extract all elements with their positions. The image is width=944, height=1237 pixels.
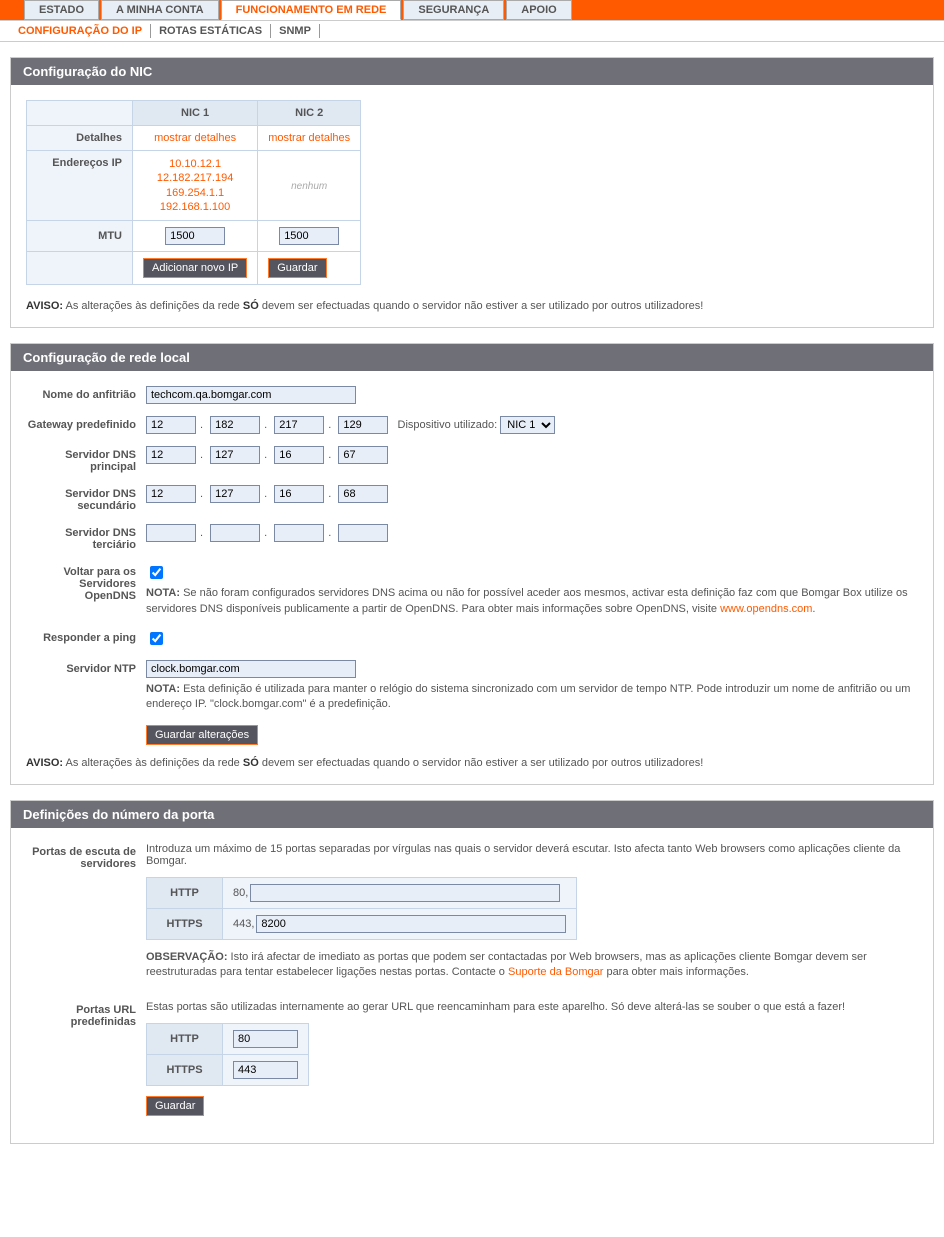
dns3-oct3[interactable]	[274, 524, 324, 542]
section-ports: Definições do número da porta Portas de …	[10, 800, 934, 1144]
dns1-oct3[interactable]	[274, 446, 324, 464]
dns3-label: Servidor DNS terciário	[26, 524, 146, 551]
bomgar-support-link[interactable]: Suporte da Bomgar	[508, 966, 603, 978]
listen-observation: OBSERVAÇÃO: Isto irá afectar de imediato…	[146, 950, 918, 981]
listen-https-input[interactable]	[256, 915, 566, 933]
listen-ports-label: Portas de escuta de servidores	[26, 843, 146, 870]
dns1-label: Servidor DNS principal	[26, 446, 146, 473]
subtab-config-ip[interactable]: CONFIGURAÇÃO DO IP	[10, 24, 151, 38]
listen-ports-desc: Introduza um máximo de 15 portas separad…	[146, 843, 918, 867]
nic2-details-link[interactable]: mostrar detalhes	[268, 132, 350, 144]
nic-row-ips-label: Endereços IP	[27, 151, 133, 221]
dns2-oct4[interactable]	[338, 485, 388, 503]
sub-tab-bar: CONFIGURAÇÃO DO IP ROTAS ESTÁTICAS SNMP	[0, 21, 944, 42]
url-http-input[interactable]	[233, 1030, 298, 1048]
tab-funcionamento-rede[interactable]: FUNCIONAMENTO EM REDE	[221, 0, 402, 20]
hostname-label: Nome do anfitrião	[26, 386, 146, 401]
main-tab-bar: ESTADO A MINHA CONTA FUNCIONAMENTO EM RE…	[0, 0, 944, 21]
ntp-input[interactable]	[146, 660, 356, 678]
dns1-oct4[interactable]	[338, 446, 388, 464]
dns2-label: Servidor DNS secundário	[26, 485, 146, 512]
url-https-label: HTTPS	[147, 1054, 223, 1085]
ntp-note: NOTA: Esta definição é utilizada para ma…	[146, 682, 918, 713]
gateway-oct3[interactable]	[274, 416, 324, 434]
nic-save-button[interactable]: Guardar	[268, 258, 326, 278]
url-http-label: HTTP	[147, 1023, 223, 1054]
opendns-label: Voltar para os Servidores OpenDNS	[26, 563, 146, 602]
listen-http-prefix: 80,	[233, 887, 248, 899]
opendns-link[interactable]: www.opendns.com	[720, 603, 812, 615]
tab-apoio[interactable]: APOIO	[506, 0, 571, 20]
listen-https-label: HTTPS	[147, 908, 223, 939]
url-ports-desc: Estas portas são utilizadas internamente…	[146, 1001, 918, 1013]
listen-port-table: HTTP 80, HTTPS 443,	[146, 877, 577, 940]
dns2-oct1[interactable]	[146, 485, 196, 503]
nic1-ip-list: 10.10.12.1 12.182.217.194 169.254.1.1 19…	[133, 151, 258, 221]
hostname-input[interactable]	[146, 386, 356, 404]
url-ports-label: Portas URL predefinidas	[26, 1001, 146, 1028]
nic2-ip-none: nenhum	[291, 181, 327, 192]
opendns-checkbox[interactable]	[150, 566, 163, 579]
section-lan: Configuração de rede local Nome do anfit…	[10, 343, 934, 785]
ports-save-button[interactable]: Guardar	[146, 1096, 204, 1116]
opendns-note: NOTA: Se não foram configurados servidor…	[146, 586, 918, 617]
dns3-oct2[interactable]	[210, 524, 260, 542]
add-ip-button[interactable]: Adicionar novo IP	[143, 258, 247, 278]
dns1-oct2[interactable]	[210, 446, 260, 464]
dns3-oct1[interactable]	[146, 524, 196, 542]
listen-https-prefix: 443,	[233, 918, 254, 930]
gateway-oct2[interactable]	[210, 416, 260, 434]
listen-http-label: HTTP	[147, 877, 223, 908]
section-nic-title: Configuração do NIC	[11, 58, 933, 85]
section-nic: Configuração do NIC NIC 1 NIC 2 Detalhes…	[10, 57, 934, 328]
section-ports-title: Definições do número da porta	[11, 801, 933, 828]
url-https-input[interactable]	[233, 1061, 298, 1079]
device-select[interactable]: NIC 1	[500, 416, 555, 434]
ntp-label: Servidor NTP	[26, 660, 146, 675]
section-lan-title: Configuração de rede local	[11, 344, 933, 371]
tab-seguranca[interactable]: SEGURANÇA	[403, 0, 504, 20]
lan-warning: AVISO: As alterações às definições da re…	[26, 757, 918, 769]
device-label: Dispositivo utilizado:	[398, 419, 498, 431]
listen-http-input[interactable]	[250, 884, 560, 902]
tab-spacer	[2, 0, 22, 20]
nic-warning: AVISO: As alterações às definições da re…	[26, 300, 918, 312]
nic-row-details-label: Detalhes	[27, 126, 133, 151]
nic-col-1: NIC 1	[133, 101, 258, 126]
subtab-snmp[interactable]: SNMP	[271, 24, 320, 38]
nic1-mtu-input[interactable]	[165, 227, 225, 245]
url-port-table: HTTP HTTPS	[146, 1023, 309, 1086]
gateway-oct1[interactable]	[146, 416, 196, 434]
dns1-oct1[interactable]	[146, 446, 196, 464]
lan-save-button[interactable]: Guardar alterações	[146, 725, 258, 745]
nic2-mtu-input[interactable]	[279, 227, 339, 245]
nic-table: NIC 1 NIC 2 Detalhes mostrar detalhes mo…	[26, 100, 361, 285]
dns2-oct3[interactable]	[274, 485, 324, 503]
dns3-oct4[interactable]	[338, 524, 388, 542]
nic1-details-link[interactable]: mostrar detalhes	[154, 132, 236, 144]
gateway-label: Gateway predefinido	[26, 416, 146, 431]
ping-label: Responder a ping	[26, 629, 146, 644]
ping-checkbox[interactable]	[150, 632, 163, 645]
subtab-rotas[interactable]: ROTAS ESTÁTICAS	[151, 24, 271, 38]
gateway-oct4[interactable]	[338, 416, 388, 434]
tab-minha-conta[interactable]: A MINHA CONTA	[101, 0, 219, 20]
nic-col-2: NIC 2	[258, 101, 361, 126]
nic-row-mtu-label: MTU	[27, 221, 133, 252]
tab-estado[interactable]: ESTADO	[24, 0, 99, 20]
dns2-oct2[interactable]	[210, 485, 260, 503]
